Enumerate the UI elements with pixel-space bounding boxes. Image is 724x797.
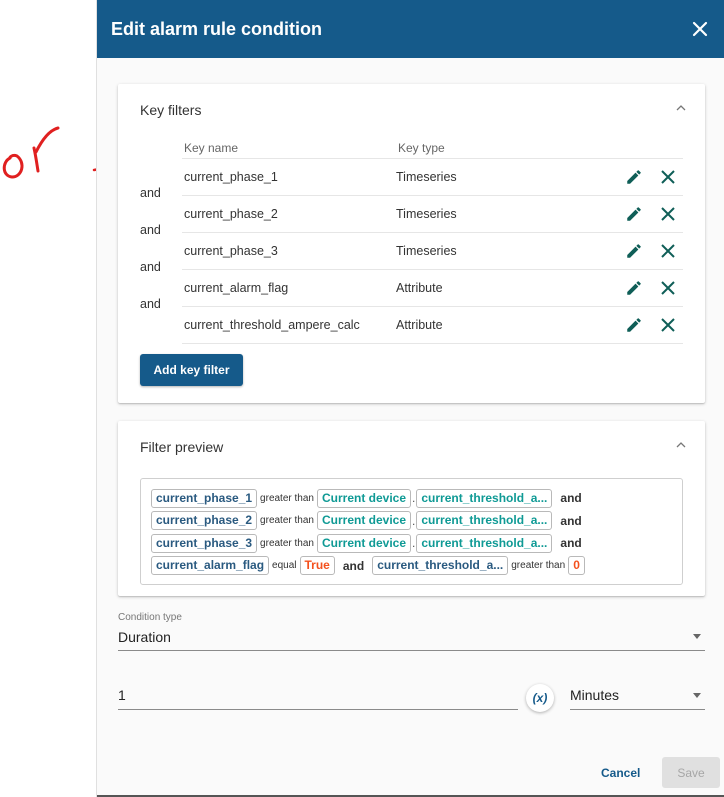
- key-filters-title: Key filters: [140, 102, 202, 118]
- column-key-name: Key name: [184, 141, 239, 155]
- operator-text: greater than: [260, 515, 314, 527]
- close-icon: [692, 21, 708, 37]
- delete-x-icon[interactable]: [661, 318, 675, 332]
- time-unit-underline: [570, 709, 705, 710]
- key-chip: current_phase_2: [151, 511, 258, 531]
- operator-text: greater than: [511, 560, 566, 572]
- value-chip: True: [299, 556, 335, 576]
- reference-chip: current_threshold_a...: [416, 488, 553, 508]
- delete-x-icon[interactable]: [661, 170, 675, 184]
- delete-x-icon[interactable]: [661, 207, 675, 221]
- key-filter-row: current_threshold_ampere_calc Attribute: [182, 307, 683, 344]
- edit-pencil-icon[interactable]: [625, 205, 643, 223]
- time-unit-select[interactable]: Minutes: [570, 687, 619, 703]
- key-name: current_threshold_ampere_calc: [184, 318, 360, 332]
- condition-type-underline: [118, 650, 705, 651]
- key-chip: current_phase_1: [151, 488, 258, 508]
- source-chip: Current device: [316, 511, 412, 531]
- edit-alarm-rule-dialog: Edit alarm rule condition Key filters Ke…: [96, 0, 724, 797]
- delete-x-icon[interactable]: [661, 281, 675, 295]
- key-chip: current_phase_3: [151, 533, 258, 553]
- reference-chip: current_threshold_a...: [416, 511, 553, 531]
- source-chip: Current device: [316, 488, 412, 508]
- edit-pencil-icon[interactable]: [625, 242, 643, 260]
- chevron-down-icon[interactable]: [693, 693, 701, 698]
- key-filter-row: current_phase_1 Timeseries: [182, 159, 683, 196]
- cancel-button[interactable]: Cancel: [601, 766, 640, 780]
- key-name: current_phase_3: [184, 244, 278, 258]
- edit-pencil-icon[interactable]: [625, 316, 643, 334]
- dynamic-value-button[interactable]: (x): [526, 684, 554, 712]
- close-button[interactable]: [688, 17, 712, 41]
- reference-chip: current_threshold_a...: [416, 533, 553, 553]
- filter-preview-title: Filter preview: [140, 439, 224, 455]
- key-name: current_alarm_flag: [184, 281, 289, 295]
- key-chip: current_alarm_flag: [151, 556, 270, 576]
- conjunction-text: and: [560, 491, 582, 506]
- key-filter-row: current_phase_3 Timeseries: [182, 233, 683, 270]
- preview-line: current_alarm_flag equal True and curren…: [151, 555, 672, 578]
- chevron-up-icon[interactable]: [675, 102, 687, 114]
- dot-separator: .: [412, 536, 416, 551]
- column-key-type: Key type: [398, 141, 445, 155]
- conjunction-text: and: [342, 558, 365, 573]
- key-chip: current_threshold_a...: [372, 556, 509, 576]
- chevron-down-icon[interactable]: [693, 634, 701, 639]
- condition-type-select[interactable]: Duration: [118, 629, 171, 645]
- condition-type-label: Condition type: [118, 612, 182, 623]
- join-label: and: [140, 260, 161, 274]
- source-chip: Current device: [316, 533, 412, 553]
- operator-text: equal: [272, 560, 297, 572]
- key-name: current_phase_2: [184, 207, 278, 221]
- key-filters-card: Key filters Key name Key type and and an…: [118, 84, 705, 403]
- operator-text: greater than: [260, 492, 314, 504]
- dialog-header: Edit alarm rule condition: [97, 0, 724, 58]
- operator-text: greater than: [260, 537, 314, 549]
- edit-pencil-icon[interactable]: [625, 168, 643, 186]
- filter-preview-card: Filter preview current_phase_1 greater t…: [118, 421, 705, 596]
- preview-line: current_phase_3 greater than Current dev…: [151, 532, 672, 555]
- filter-preview-box: current_phase_1 greater than Current dev…: [140, 478, 683, 585]
- key-type: Timeseries: [396, 170, 457, 184]
- preview-line: current_phase_1 greater than Current dev…: [151, 487, 672, 510]
- join-label: and: [140, 297, 161, 311]
- key-filter-row: current_phase_2 Timeseries: [182, 196, 683, 233]
- key-type: Attribute: [396, 318, 443, 332]
- chevron-up-icon[interactable]: [675, 439, 687, 451]
- key-type: Timeseries: [396, 244, 457, 258]
- join-label: and: [140, 186, 161, 200]
- dot-separator: .: [412, 491, 416, 506]
- join-label: and: [140, 223, 161, 237]
- edit-pencil-icon[interactable]: [625, 279, 643, 297]
- duration-value-input[interactable]: 1: [118, 687, 126, 703]
- key-type: Attribute: [396, 281, 443, 295]
- dialog-title: Edit alarm rule condition: [111, 18, 323, 39]
- delete-x-icon[interactable]: [661, 244, 675, 258]
- conjunction-text: and: [560, 536, 582, 551]
- conjunction-text: and: [560, 513, 582, 528]
- add-key-filter-button[interactable]: Add key filter: [140, 354, 243, 386]
- key-name: current_phase_1: [184, 170, 278, 184]
- key-type: Timeseries: [396, 207, 457, 221]
- key-filter-row: current_alarm_flag Attribute: [182, 270, 683, 307]
- dot-separator: .: [412, 513, 416, 528]
- save-button[interactable]: Save: [662, 757, 720, 788]
- duration-value-underline: [118, 709, 518, 710]
- value-chip: 0: [568, 556, 585, 576]
- preview-line: current_phase_2 greater than Current dev…: [151, 510, 672, 533]
